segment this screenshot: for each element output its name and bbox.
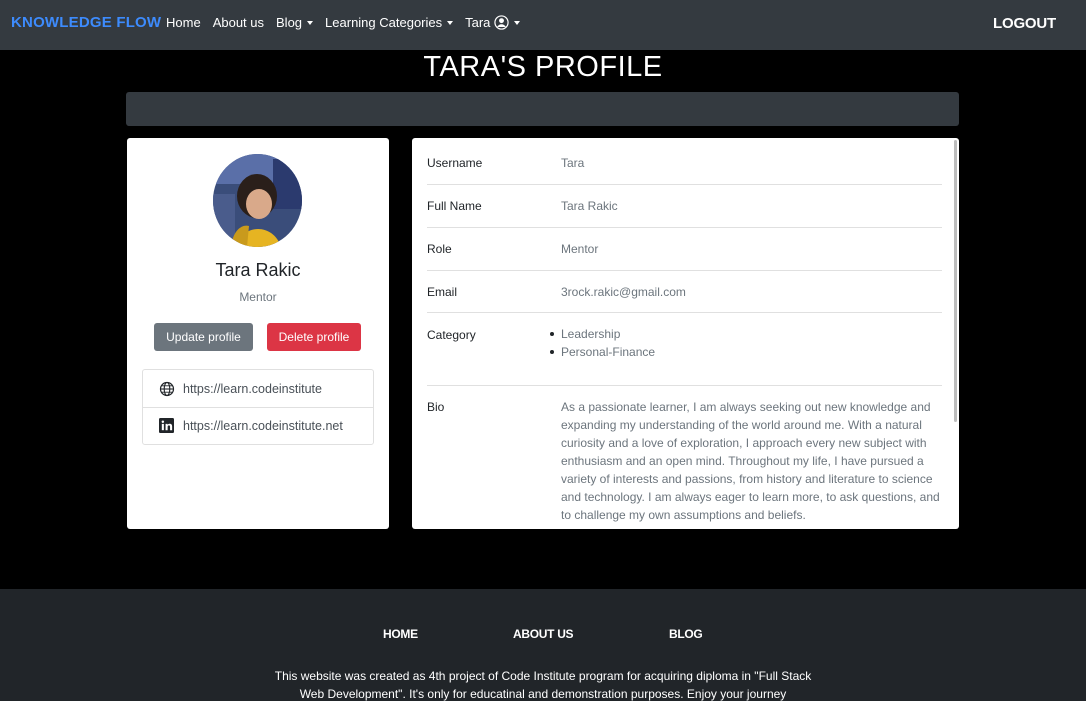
linkedin-icon: [159, 418, 175, 434]
category-label: Category: [427, 328, 476, 342]
chevron-down-icon: [447, 21, 454, 25]
category-item: Personal-Finance: [549, 345, 656, 359]
detail-row-category: Category Leadership Personal-Finance: [427, 313, 942, 386]
nav-blog-dropdown[interactable]: Blog: [276, 15, 314, 30]
navbar: KNOWLEDGE FLOW Home About us Blog Learni…: [0, 0, 1086, 50]
fullname-label: Full Name: [427, 199, 482, 213]
nav-menu: Home About us Blog Learning Categories T…: [166, 15, 532, 30]
avatar: [213, 154, 302, 247]
profile-name: Tara Rakic: [215, 260, 301, 280]
nav-user-dropdown[interactable]: Tara: [465, 15, 521, 30]
chevron-down-icon: [514, 21, 521, 25]
linkedin-url: https://learn.codeinstitute.net: [183, 419, 343, 433]
category-item: Leadership: [549, 325, 655, 343]
nav-user-label: Tara: [465, 15, 491, 30]
detail-row-role: Role Mentor: [427, 228, 942, 271]
logout-link[interactable]: LOGOUT: [993, 15, 1056, 32]
email-label: Email: [427, 285, 458, 299]
globe-icon: [159, 381, 175, 397]
update-profile-button[interactable]: Update profile: [154, 323, 253, 351]
footer: HOME ABOUT US BLOG This website was crea…: [0, 589, 1086, 701]
nav-blog-label: Blog: [276, 15, 303, 30]
delete-profile-button[interactable]: Delete profile: [267, 323, 361, 351]
fullname-value: Tara Rakic: [561, 199, 618, 213]
profile-role: Mentor: [239, 290, 277, 304]
footer-link-about[interactable]: ABOUT US: [513, 627, 574, 641]
website-link[interactable]: https://learn.codeinstitute: [143, 370, 373, 407]
footer-link-home[interactable]: HOME: [383, 627, 418, 641]
role-value: Mentor: [561, 242, 599, 256]
details-scrollbar[interactable]: [954, 140, 957, 422]
detail-row-username: Username Tara: [427, 138, 942, 185]
nav-home[interactable]: Home: [166, 15, 201, 30]
profile-details-card: Username Tara Full Name Tara Rakic Role …: [412, 138, 959, 529]
username-label: Username: [427, 156, 483, 170]
bio-text: As a passionate learner, I am always see…: [561, 400, 940, 522]
footer-link-blog[interactable]: BLOG: [669, 627, 703, 641]
username-value: Tara: [561, 156, 585, 170]
title-divider-bar: [126, 92, 959, 126]
bio-label: Bio: [427, 400, 445, 414]
detail-row-fullname: Full Name Tara Rakic: [427, 185, 942, 228]
detail-row-email: Email 3rock.rakic@gmail.com: [427, 271, 942, 313]
role-label: Role: [427, 242, 452, 256]
footer-text: This website was created as 4th project …: [274, 669, 812, 701]
email-value: 3rock.rakic@gmail.com: [561, 285, 686, 299]
profile-links-list: https://learn.codeinstitute https://lear…: [142, 369, 374, 445]
chevron-down-icon: [307, 21, 314, 25]
website-url: https://learn.codeinstitute: [183, 381, 322, 396]
profile-card: Tara Rakic Mentor Update profile Delete …: [127, 138, 389, 529]
nav-categories-label: Learning Categories: [325, 15, 443, 30]
nav-categories-dropdown[interactable]: Learning Categories: [325, 15, 454, 30]
nav-home-label: Home: [166, 15, 201, 30]
category-list: Leadership Personal-Finance: [549, 325, 656, 361]
nav-about-label: About us: [212, 15, 265, 30]
user-circle-icon: [494, 15, 510, 30]
linkedin-link[interactable]: https://learn.codeinstitute.net: [143, 407, 373, 444]
brand-logo[interactable]: KNOWLEDGE FLOW: [11, 14, 161, 31]
nav-about[interactable]: About us: [213, 15, 264, 30]
page-title: TARA'S PROFILE: [423, 51, 663, 83]
